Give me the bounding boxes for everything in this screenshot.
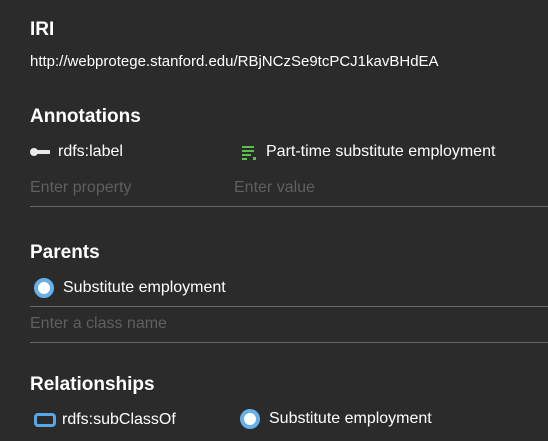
relationships-heading: Relationships xyxy=(30,374,155,395)
annotation-value-input[interactable]: Enter value xyxy=(234,179,315,197)
annotations-heading: Annotations xyxy=(30,106,141,127)
iri-heading: IRI xyxy=(30,19,55,40)
annotation-value-cell[interactable]: Part-time substitute employment xyxy=(242,143,495,161)
relationship-row[interactable]: rdfs:subClassOf xyxy=(30,411,176,429)
entity-editor-panel: IRI http://webprotege.stanford.edu/RBjNC… xyxy=(0,0,548,441)
parent-class-name[interactable]: Substitute employment xyxy=(63,279,226,297)
annotation-property[interactable]: rdfs:label xyxy=(58,143,123,161)
relationship-value[interactable]: Substitute employment xyxy=(269,410,432,428)
annotation-property-input[interactable]: Enter property xyxy=(30,179,234,197)
parent-item-row[interactable]: Substitute employment xyxy=(30,270,548,307)
relationship-property[interactable]: rdfs:subClassOf xyxy=(62,411,176,429)
iri-value: http://webprotege.stanford.edu/RBjNCzSe9… xyxy=(30,53,439,70)
class-icon xyxy=(240,409,260,429)
parent-input-row: Enter a class name xyxy=(30,306,548,343)
class-name-input[interactable]: Enter a class name xyxy=(30,315,167,333)
relationship-value-cell[interactable]: Substitute employment xyxy=(240,409,432,429)
class-icon xyxy=(34,278,54,298)
parents-heading: Parents xyxy=(30,242,100,263)
annotation-value[interactable]: Part-time substitute employment xyxy=(266,143,495,161)
annotation-row[interactable]: rdfs:label xyxy=(30,143,123,161)
annotation-input-row: Enter property Enter value xyxy=(30,170,548,207)
text-value-icon xyxy=(242,144,258,160)
annotation-property-icon xyxy=(30,147,52,157)
object-property-icon xyxy=(34,413,56,427)
